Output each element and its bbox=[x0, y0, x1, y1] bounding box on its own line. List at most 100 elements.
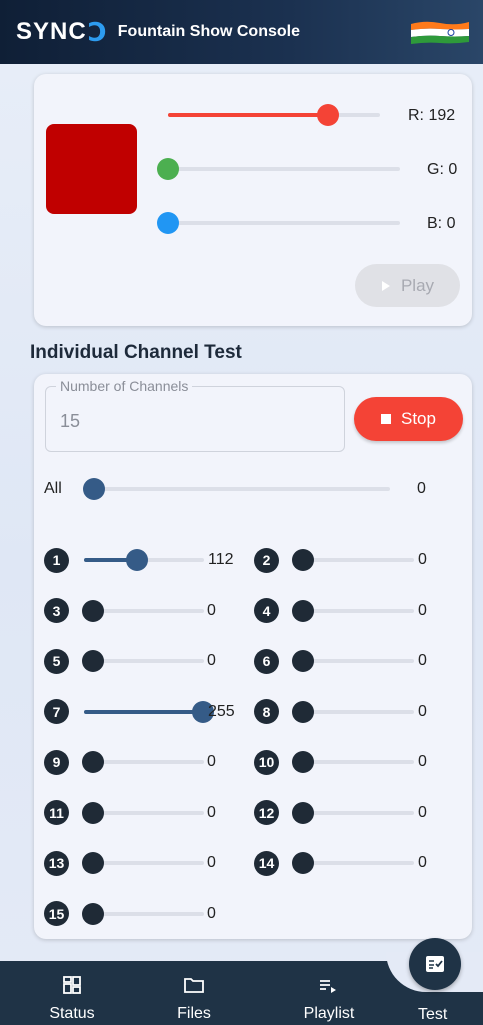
slider-thumb[interactable] bbox=[292, 852, 314, 874]
play-icon bbox=[381, 280, 390, 291]
slider-thumb[interactable] bbox=[82, 650, 104, 672]
channel-slider[interactable] bbox=[82, 599, 204, 623]
play-button[interactable]: Play bbox=[355, 264, 460, 307]
channel-value: 0 bbox=[207, 803, 216, 821]
stop-icon bbox=[381, 414, 391, 424]
app-logo: SYNC Ↄ bbox=[16, 17, 108, 48]
slider-thumb[interactable] bbox=[292, 751, 314, 773]
slider-thumb[interactable] bbox=[82, 599, 104, 622]
red-value: R: 192 bbox=[408, 107, 456, 124]
channel-number-badge: 13 bbox=[44, 850, 69, 876]
channel-slider[interactable] bbox=[292, 851, 414, 875]
slider-thumb[interactable] bbox=[82, 801, 104, 824]
channel-slider[interactable] bbox=[82, 750, 204, 774]
slider-thumb[interactable] bbox=[157, 212, 179, 234]
slider-thumb[interactable] bbox=[157, 158, 179, 180]
channel-slider[interactable] bbox=[82, 801, 204, 825]
blue-slider[interactable] bbox=[157, 211, 400, 235]
channel-slider[interactable] bbox=[292, 649, 414, 673]
channel-slider[interactable] bbox=[84, 700, 214, 724]
folder-icon bbox=[184, 978, 204, 993]
channel-number-badge: 5 bbox=[44, 648, 69, 674]
slider-track bbox=[94, 487, 390, 491]
nav-item-status[interactable]: Status bbox=[41, 961, 103, 1025]
channel-number-badge: 7 bbox=[44, 699, 69, 724]
slider-thumb[interactable] bbox=[125, 549, 148, 571]
channel-slider[interactable] bbox=[82, 902, 204, 926]
nav-label: Status bbox=[49, 1005, 95, 1022]
slider-thumb[interactable] bbox=[292, 650, 314, 672]
channel-slider[interactable] bbox=[82, 851, 204, 875]
nav-label-test: Test bbox=[418, 1006, 448, 1023]
channel-value: 0 bbox=[418, 551, 427, 568]
app-header: SYNC Ↄ Fountain Show Console bbox=[0, 0, 483, 64]
logo-text: SYNC bbox=[16, 18, 87, 45]
red-slider[interactable] bbox=[168, 103, 380, 127]
slider-thumb[interactable] bbox=[82, 852, 104, 874]
channel-number-badge: 4 bbox=[254, 598, 279, 623]
stop-button-label: Stop bbox=[401, 409, 436, 428]
channel-number-badge: 9 bbox=[44, 749, 69, 775]
channel-number-badge: 8 bbox=[254, 699, 279, 724]
logo-mark: Ↄ bbox=[87, 16, 108, 47]
channel-value: 0 bbox=[418, 652, 427, 669]
slider-fill bbox=[168, 113, 328, 117]
channel-number-badge: 11 bbox=[44, 800, 69, 825]
dashboard-icon bbox=[63, 976, 81, 994]
slider-thumb[interactable] bbox=[82, 902, 104, 925]
app-title: Fountain Show Console bbox=[117, 23, 300, 40]
section-title: Individual Channel Test bbox=[30, 342, 242, 363]
channel-slider[interactable] bbox=[292, 548, 414, 572]
channel-value: 0 bbox=[418, 803, 427, 821]
channel-number-badge: 15 bbox=[44, 901, 69, 926]
nav-item-playlist[interactable]: Playlist bbox=[298, 961, 360, 1025]
channel-number-badge: 6 bbox=[254, 648, 279, 674]
channel-number-badge: 12 bbox=[254, 800, 279, 825]
channel-value: 0 bbox=[207, 753, 216, 770]
all-channels-value: 0 bbox=[417, 480, 426, 497]
slider-thumb[interactable] bbox=[292, 599, 314, 622]
channel-value: 255 bbox=[208, 702, 235, 720]
all-channels-slider[interactable] bbox=[83, 477, 390, 501]
channel-slider[interactable] bbox=[292, 750, 414, 774]
channel-number-badge: 3 bbox=[44, 598, 69, 623]
channel-slider[interactable] bbox=[292, 801, 414, 825]
channel-value: 0 bbox=[207, 904, 216, 922]
number-of-channels-value[interactable]: 15 bbox=[60, 411, 80, 432]
color-preview-swatch bbox=[46, 124, 137, 214]
nav-item-files[interactable]: Files bbox=[163, 961, 225, 1025]
nav-item-test[interactable] bbox=[409, 938, 461, 990]
slider-fill bbox=[84, 709, 204, 714]
slider-track bbox=[168, 221, 400, 225]
green-slider[interactable] bbox=[157, 157, 400, 181]
channel-number-badge: 14 bbox=[254, 850, 279, 876]
channel-value: 0 bbox=[207, 601, 216, 619]
channel-value: 0 bbox=[207, 854, 216, 871]
channel-test-card: Number of Channels 15 Stop All 0 1 112 2 0 3… bbox=[34, 374, 472, 939]
channel-slider[interactable] bbox=[292, 599, 414, 623]
nav-label: Files bbox=[177, 1005, 211, 1022]
color-test-card: R: 192 G: 0 B: 0 Play bbox=[34, 74, 472, 326]
slider-thumb[interactable] bbox=[83, 478, 105, 500]
channel-value: 112 bbox=[208, 551, 234, 568]
number-of-channels-field[interactable]: Number of Channels 15 bbox=[45, 378, 345, 452]
channel-number-badge: 2 bbox=[254, 547, 279, 573]
slider-thumb[interactable] bbox=[292, 801, 314, 824]
slider-thumb[interactable] bbox=[82, 751, 104, 773]
slider-thumb[interactable] bbox=[292, 700, 314, 723]
number-of-channels-label: Number of Channels bbox=[56, 378, 193, 394]
channel-value: 0 bbox=[418, 601, 427, 619]
channel-value: 0 bbox=[418, 702, 427, 720]
slider-track bbox=[168, 167, 400, 171]
channel-slider[interactable] bbox=[292, 700, 414, 724]
playlist-play-icon bbox=[320, 980, 336, 993]
stop-button[interactable]: Stop bbox=[354, 397, 463, 441]
slider-thumb[interactable] bbox=[292, 549, 314, 571]
blue-value: B: 0 bbox=[427, 215, 456, 232]
channel-slider[interactable] bbox=[82, 649, 204, 673]
green-value: G: 0 bbox=[427, 161, 458, 178]
slider-thumb[interactable] bbox=[316, 104, 339, 126]
channel-value: 0 bbox=[207, 652, 216, 669]
play-button-label: Play bbox=[400, 275, 435, 295]
channel-slider[interactable] bbox=[84, 548, 204, 572]
